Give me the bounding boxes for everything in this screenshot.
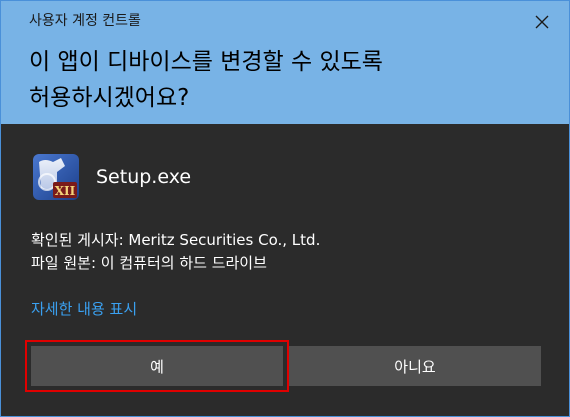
show-details-link[interactable]: 자세한 내용 표시	[31, 298, 137, 320]
setup-app-icon: XII	[31, 152, 81, 202]
close-icon	[535, 15, 549, 29]
svg-text:XII: XII	[55, 184, 76, 198]
publisher-info: 확인된 게시자: Meritz Securities Co., Ltd.	[31, 231, 321, 249]
dialog-header: 사용자 계정 컨트롤 이 앱이 디바이스를 변경할 수 있도록 허용하시겠어요?	[1, 1, 569, 124]
prompt-question: 이 앱이 디바이스를 변경할 수 있도록 허용하시겠어요?	[29, 49, 383, 111]
file-origin-info: 파일 원본: 이 컴퓨터의 하드 드라이브	[31, 254, 267, 272]
app-name: Setup.exe	[96, 166, 192, 188]
uac-dialog: 사용자 계정 컨트롤 이 앱이 디바이스를 변경할 수 있도록 허용하시겠어요?	[0, 0, 570, 417]
no-button[interactable]: 아니요	[289, 346, 541, 386]
window-title: 사용자 계정 컨트롤	[29, 13, 141, 29]
close-button[interactable]	[529, 9, 555, 35]
yes-button[interactable]: 예	[31, 346, 283, 386]
